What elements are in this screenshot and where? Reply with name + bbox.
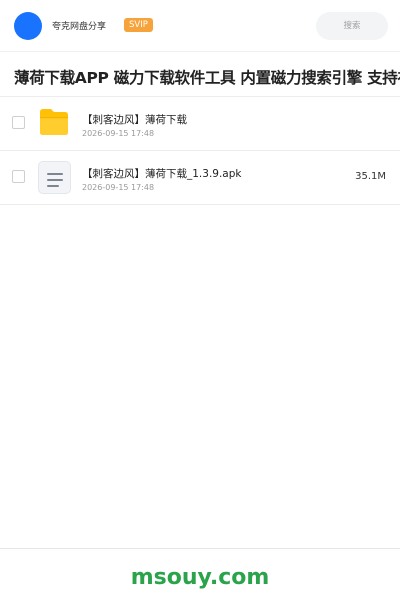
footer-watermark-text: msouy.com: [130, 565, 270, 590]
share-page: 夸克网盘分享 SVIP 薄荷下载APP 磁力下载软件工具 内置磁力搜索引擎 支持…: [0, 0, 400, 600]
file-date: 2026-09-15 17:48: [82, 129, 155, 138]
file-date: 2026-09-15 17:48: [82, 183, 155, 192]
file-checkbox[interactable]: [12, 116, 25, 129]
file-name[interactable]: 【刺客边风】薄荷下载_1.3.9.apk: [82, 166, 241, 181]
footer-watermark: msouy.com: [0, 548, 400, 600]
svip-badge: SVIP: [124, 18, 153, 32]
folder-icon: [40, 109, 68, 135]
avatar[interactable]: [14, 12, 42, 40]
file-size: 35.1M: [355, 171, 386, 182]
file-checkbox[interactable]: [12, 170, 25, 183]
file-name[interactable]: 【刺客边风】薄荷下载: [82, 112, 187, 127]
document-icon-line: [47, 179, 63, 181]
header-bar: 夸克网盘分享 SVIP: [0, 0, 400, 52]
file-row[interactable]: 【刺客边风】薄荷下载 2026-09-15 17:48: [0, 97, 400, 151]
share-title-bar: 薄荷下载APP 磁力下载软件工具 内置磁力搜索引擎 支持在: [0, 52, 400, 97]
document-icon: [38, 161, 71, 194]
user-name: 夸克网盘分享: [52, 22, 107, 32]
search-input[interactable]: [316, 12, 388, 40]
document-icon-line: [47, 185, 59, 187]
document-icon-line: [47, 173, 63, 175]
file-row[interactable]: 【刺客边风】薄荷下载_1.3.9.apk 2026-09-15 17:48 35…: [0, 151, 400, 205]
share-title: 薄荷下载APP 磁力下载软件工具 内置磁力搜索引擎 支持在: [14, 69, 400, 87]
search-box[interactable]: [316, 12, 388, 40]
